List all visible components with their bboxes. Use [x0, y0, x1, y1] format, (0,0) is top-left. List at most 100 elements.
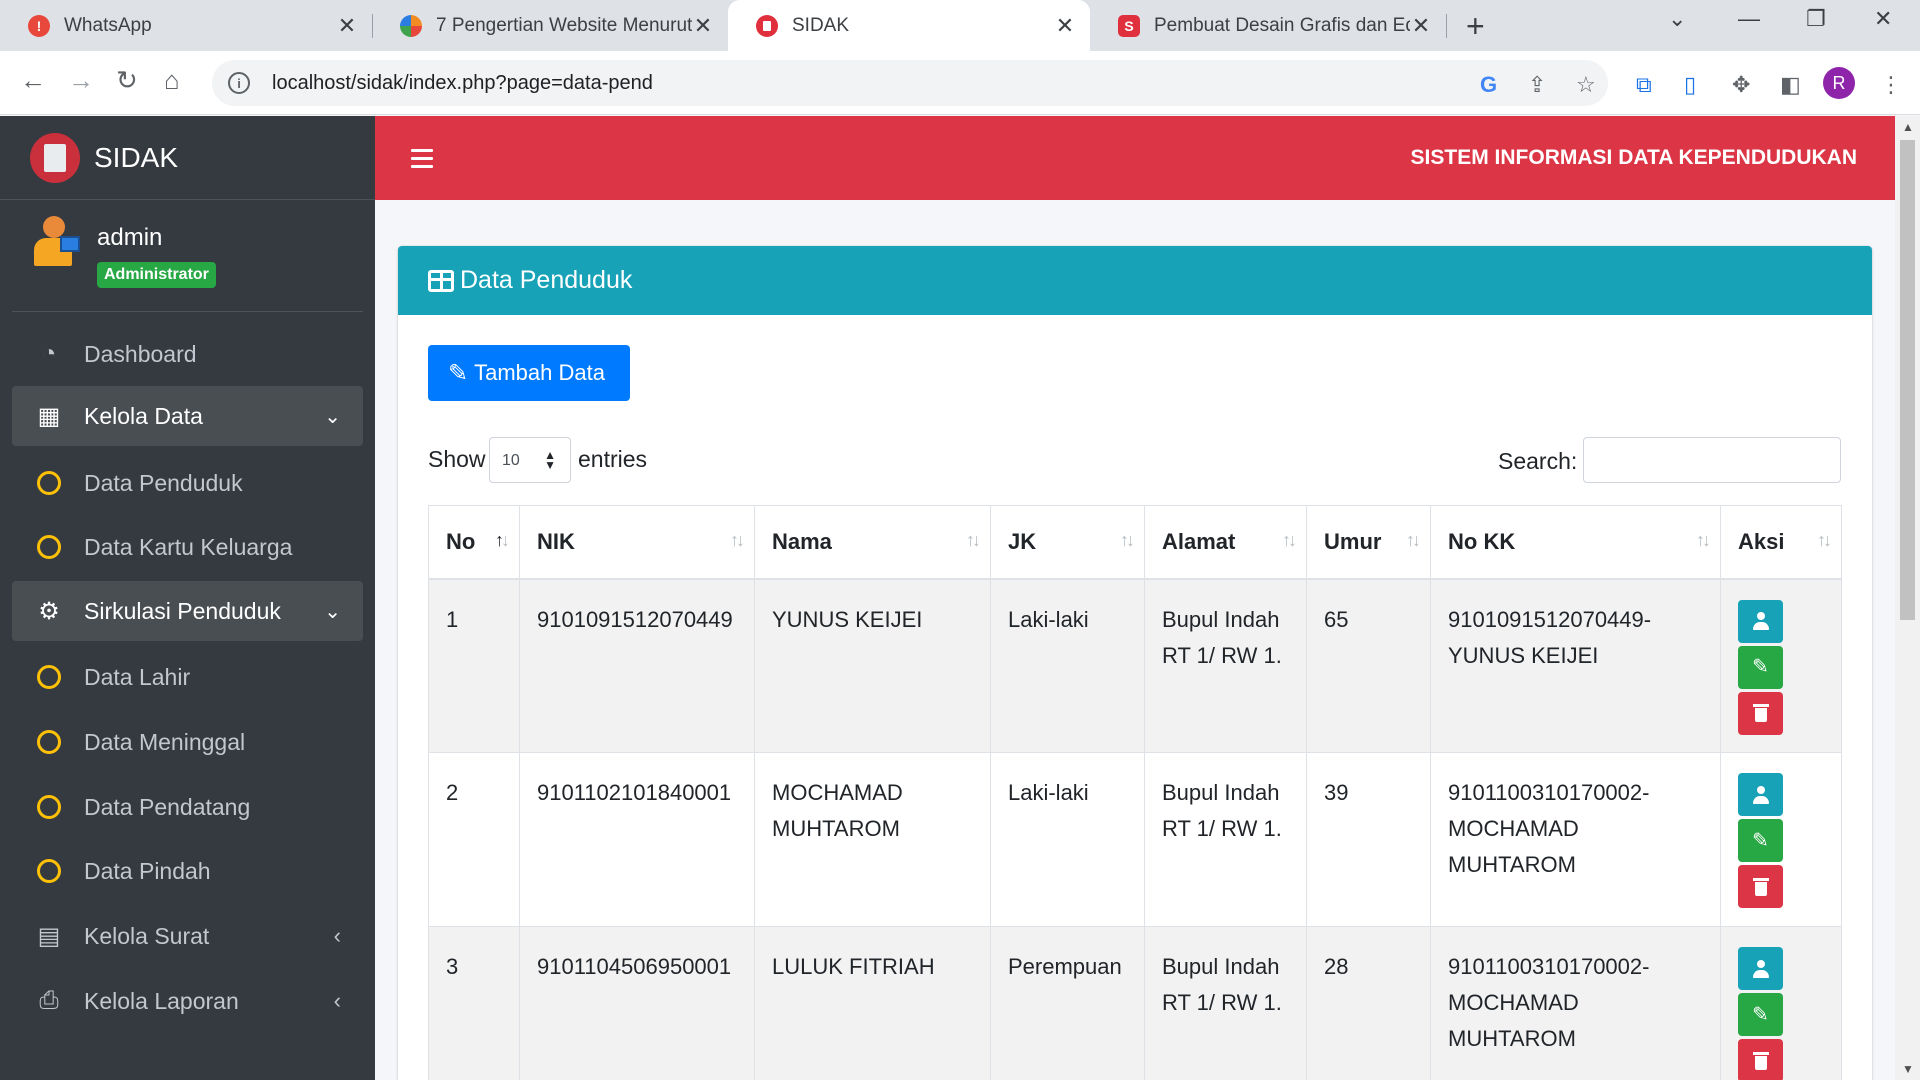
extension-translate-icon[interactable]: ⧉ [1636, 72, 1652, 98]
user-icon [1752, 612, 1770, 630]
entries-select[interactable]: 10 ▲ ▼ [489, 437, 571, 483]
sidak-tab-icon [756, 14, 778, 37]
sidebar-item-data-meninggal[interactable]: Data Meninggal [12, 712, 363, 772]
column-label: Aksi [1738, 528, 1785, 554]
cell-jk: Laki-laki [990, 578, 1145, 753]
browser-menu-icon[interactable]: ⋮ [1880, 72, 1902, 98]
edit-button[interactable]: ✎ [1738, 819, 1783, 862]
cell-jk: Perempuan [990, 926, 1145, 1080]
share-icon[interactable]: ⇪ [1528, 72, 1546, 98]
sidebar-item-label: Kelola Laporan [84, 987, 239, 1014]
hamburger-menu-icon[interactable] [411, 149, 433, 173]
scroll-up-icon[interactable]: ▲ [1902, 120, 1914, 134]
extension-device-icon[interactable]: ▯ [1684, 72, 1696, 98]
column-header-nama[interactable]: Nama ↑↓ [754, 505, 991, 580]
browser-tab-pengertian[interactable]: 7 Pengertian Website Menurut Ah ✕ [372, 0, 728, 51]
edit-icon: ✎ [1752, 829, 1769, 852]
close-icon[interactable]: ✕ [1410, 13, 1432, 39]
sort-icon: ↑↓ [966, 530, 981, 550]
restore-button[interactable]: ❐ [1806, 6, 1826, 32]
cell-no: 1 [428, 578, 520, 753]
delete-button[interactable] [1738, 691, 1783, 735]
sidebar-item-data-pindah[interactable]: Data Pindah [12, 841, 363, 901]
circle-icon [34, 471, 64, 495]
card-title: Data Penduduk [460, 266, 633, 294]
user-panel: admin Administrator [12, 200, 363, 312]
sidebar-item-data-pendatang[interactable]: Data Pendatang [12, 777, 363, 837]
edit-icon: ✎ [1752, 1003, 1769, 1026]
site-info-icon[interactable]: i [228, 72, 250, 94]
sidebar-item-kelola-surat[interactable]: ▤ Kelola Surat ‹ [12, 906, 363, 966]
search-input[interactable] [1583, 437, 1841, 483]
minimize-button[interactable]: — [1738, 6, 1760, 32]
side-panel-icon[interactable]: ◧ [1780, 72, 1801, 98]
tab-title: WhatsApp [64, 14, 152, 36]
sidebar-item-label: Sirkulasi Penduduk [84, 597, 281, 624]
brand-link[interactable]: SIDAK [0, 116, 375, 200]
extensions-puzzle-icon[interactable]: ✥ [1732, 72, 1750, 98]
detail-button[interactable] [1738, 599, 1783, 643]
sidebar-item-data-penduduk[interactable]: Data Penduduk [12, 453, 363, 513]
tambah-data-button[interactable]: ✎ Tambah Data [428, 345, 630, 401]
tab-title: Pembuat Desain Grafis dan Editor [1154, 14, 1410, 36]
browser-tab-sidak[interactable]: SIDAK ✕ [728, 0, 1090, 51]
sidebar-item-kelola-laporan[interactable]: ⎙ Kelola Laporan ‹ [12, 971, 363, 1031]
trash-icon [1752, 1051, 1769, 1071]
edit-button[interactable]: ✎ [1738, 993, 1783, 1036]
sort-icon: ↑↓ [1817, 530, 1832, 550]
new-tab-button[interactable]: + [1466, 8, 1485, 45]
page-scrollbar[interactable]: ▲ ▼ [1895, 116, 1920, 1080]
sidebar-item-data-kk[interactable]: Data Kartu Keluarga [12, 517, 363, 577]
penduduk-table: No ↑↓ NIK ↑↓ Nama ↑↓ JK ↑↓ Alamat ↑↓ Umur ↑↓ N… [428, 505, 1842, 1080]
column-header-no[interactable]: No ↑↓ [428, 505, 520, 580]
scroll-down-icon[interactable]: ▼ [1902, 1062, 1914, 1076]
browser-tab-canva[interactable]: S Pembuat Desain Grafis dan Editor ✕ [1090, 0, 1446, 51]
sidebar-item-label: Data Penduduk [84, 469, 243, 496]
detail-button[interactable] [1738, 773, 1783, 816]
window-close-button[interactable]: ✕ [1874, 6, 1892, 32]
google-translate-icon[interactable]: G [1480, 72, 1497, 98]
sidebar-item-label: Kelola Data [84, 402, 203, 429]
close-icon[interactable]: ✕ [336, 13, 358, 39]
close-icon[interactable]: ✕ [1054, 13, 1076, 39]
reload-icon[interactable]: ↻ [116, 65, 138, 96]
column-label: Nama [772, 528, 832, 554]
column-header-umur[interactable]: Umur ↑↓ [1306, 505, 1431, 580]
browser-tabbar: ! WhatsApp ✕ 7 Pengertian Website Menuru… [0, 0, 1920, 51]
sidebar-item-dashboard[interactable]: ◔ Dashboard [12, 324, 363, 384]
browser-tab-whatsapp[interactable]: ! WhatsApp ✕ [0, 0, 372, 51]
sidebar-item-kelola-data[interactable]: ▦ Kelola Data ⌄ [12, 386, 363, 446]
forward-arrow-icon[interactable]: → [68, 65, 94, 96]
column-label: No [446, 528, 476, 554]
chevron-down-icon: ⌄ [324, 405, 341, 428]
column-header-aksi[interactable]: Aksi ↑↓ [1720, 505, 1842, 580]
sort-icon: ↑↓ [1696, 530, 1711, 550]
cogs-icon: ⚙ [38, 597, 60, 625]
sidebar-item-data-lahir[interactable]: Data Lahir [12, 647, 363, 707]
delete-button[interactable] [1738, 1039, 1783, 1080]
cell-nama: MOCHAMAD MUHTAROM [754, 752, 991, 927]
tab-search-chevron-icon[interactable]: ⌄ [1668, 6, 1686, 32]
column-header-alamat[interactable]: Alamat ↑↓ [1144, 505, 1307, 580]
user-name[interactable]: admin [97, 224, 162, 252]
address-bar[interactable]: i localhost/sidak/index.php?page=data-pe… [212, 60, 1608, 106]
home-icon[interactable]: ⌂ [164, 65, 180, 96]
column-label: No KK [1448, 528, 1516, 554]
sidebar-item-sirkulasi[interactable]: ⚙ Sirkulasi Penduduk ⌄ [12, 581, 363, 641]
detail-button[interactable] [1738, 947, 1783, 990]
cell-nik: 9101091512070449 [519, 578, 755, 753]
sidak-logo-icon [30, 132, 80, 183]
column-header-jk[interactable]: JK ↑↓ [990, 505, 1145, 580]
chevron-down-icon: ⌄ [324, 600, 341, 623]
column-header-nik[interactable]: NIK ↑↓ [519, 505, 755, 580]
profile-avatar[interactable]: R [1823, 67, 1855, 99]
column-header-nokk[interactable]: No KK ↑↓ [1430, 505, 1721, 580]
delete-button[interactable] [1738, 865, 1783, 908]
sort-icon: ↑↓ [1282, 530, 1297, 550]
sort-icon: ↑↓ [730, 530, 745, 550]
bookmark-star-icon[interactable]: ☆ [1576, 72, 1596, 98]
close-icon[interactable]: ✕ [692, 13, 714, 39]
scrollbar-thumb[interactable] [1900, 140, 1915, 620]
back-arrow-icon[interactable]: ← [20, 65, 46, 96]
edit-button[interactable]: ✎ [1738, 645, 1783, 689]
